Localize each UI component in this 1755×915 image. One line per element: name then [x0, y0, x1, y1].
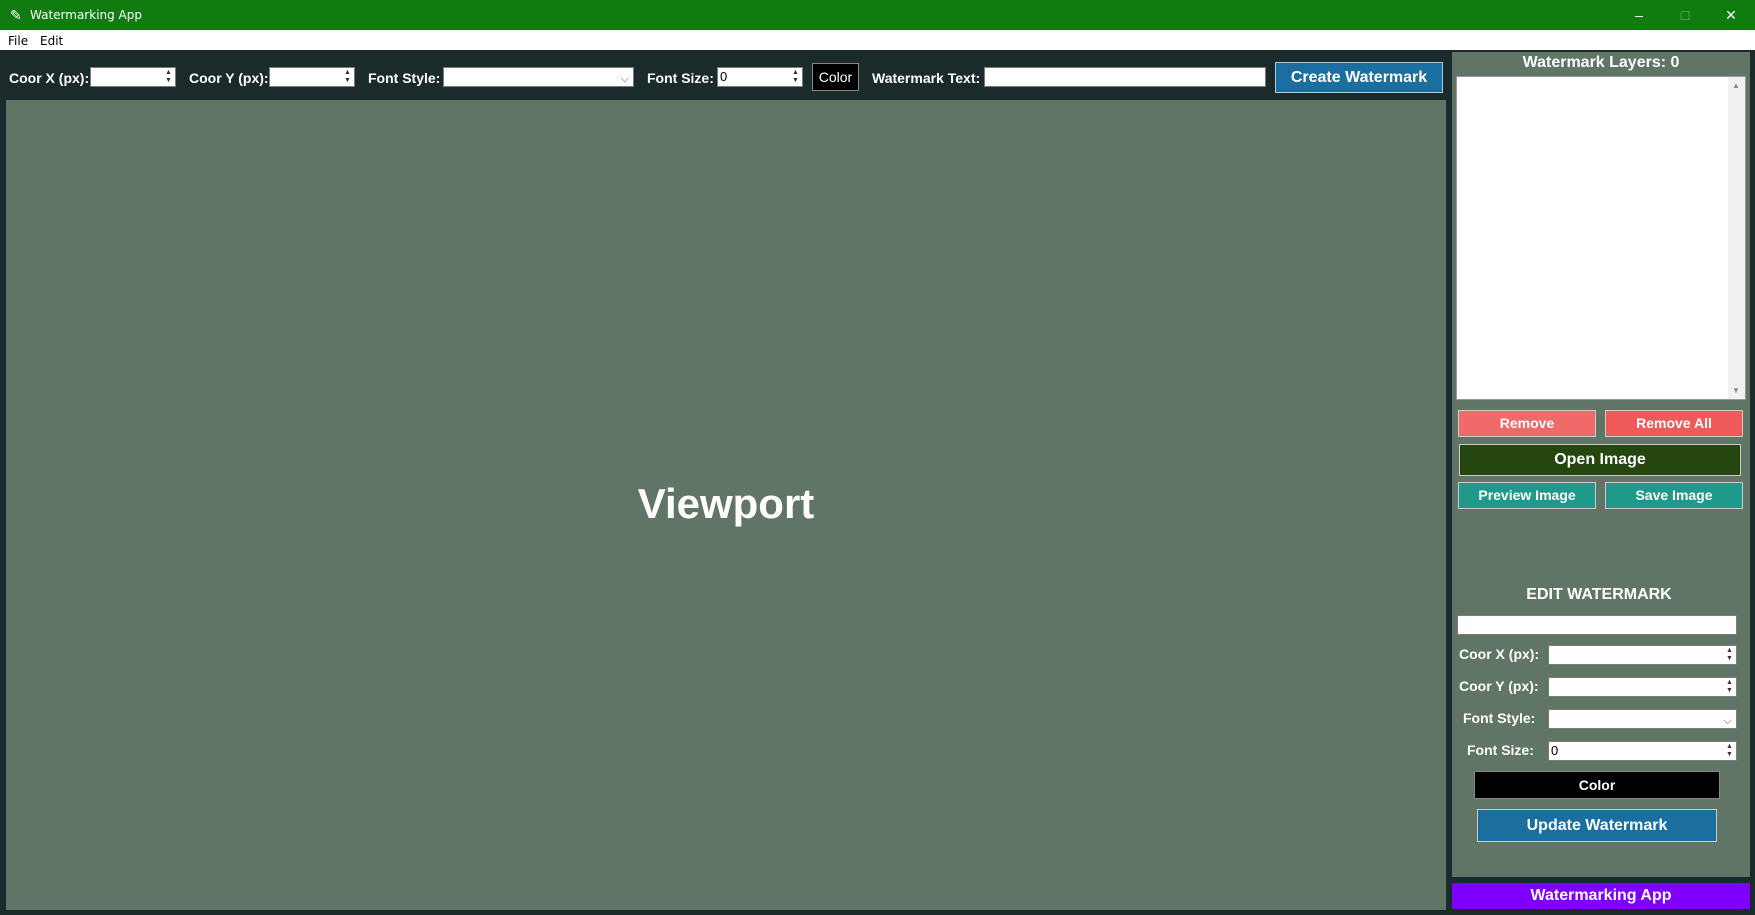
menu-file[interactable]: File: [8, 34, 28, 48]
edit-watermark-title: EDIT WATERMARK: [1526, 586, 1672, 603]
footer-banner: Watermarking App: [1452, 883, 1750, 909]
font-style-select[interactable]: ⌵: [443, 67, 634, 87]
save-image-button[interactable]: Save Image: [1605, 482, 1743, 509]
update-watermark-button[interactable]: Update Watermark: [1477, 809, 1717, 842]
chevron-down-icon[interactable]: ⌵: [1724, 712, 1732, 730]
edit-color-button[interactable]: Color: [1474, 771, 1720, 799]
edit-font-style-label: Font Style:: [1463, 710, 1536, 726]
layers-scrollbar[interactable]: ▲ ▼: [1728, 77, 1745, 399]
coor-x-spinbox[interactable]: ▲ ▼: [90, 67, 176, 87]
edit-coor-x-spinbox[interactable]: ▲ ▼: [1548, 645, 1737, 665]
minimize-button[interactable]: –: [1616, 0, 1662, 30]
edit-font-size-label: Font Size:: [1467, 742, 1534, 758]
edit-coor-y-label: Coor Y (px):: [1459, 678, 1539, 694]
close-button[interactable]: ✕: [1708, 0, 1754, 30]
font-size-value: 0: [720, 69, 728, 84]
coor-x-label: Coor X (px):: [9, 70, 90, 86]
font-size-spinbox[interactable]: 0 ▲ ▼: [717, 67, 803, 87]
spin-arrows-icon[interactable]: ▲ ▼: [1724, 647, 1735, 663]
chevron-down-icon[interactable]: ⌵: [621, 70, 629, 88]
feather-icon: ✎: [10, 7, 22, 23]
menu-edit[interactable]: Edit: [40, 34, 63, 48]
spin-arrows-icon[interactable]: ▲ ▼: [1724, 743, 1735, 759]
viewport[interactable]: Viewport: [6, 100, 1446, 910]
menu-bar: File Edit: [0, 30, 1755, 50]
coor-y-spinbox[interactable]: ▲ ▼: [269, 67, 355, 87]
title-bar: ✎ Watermarking App – □ ✕: [0, 0, 1755, 30]
edit-font-size-spinbox[interactable]: 0 ▲ ▼: [1548, 741, 1737, 761]
scroll-down-icon[interactable]: ▼: [1732, 386, 1740, 395]
color-button[interactable]: Color: [812, 63, 859, 91]
layers-title: Watermark Layers: 0: [1522, 54, 1680, 71]
coor-y-label: Coor Y (px):: [189, 70, 269, 86]
remove-button[interactable]: Remove: [1458, 410, 1596, 437]
open-image-button[interactable]: Open Image: [1459, 444, 1741, 476]
scroll-up-icon[interactable]: ▲: [1732, 81, 1740, 90]
watermark-text-label: Watermark Text:: [872, 70, 981, 86]
window-title: Watermarking App: [30, 8, 143, 22]
spin-arrows-icon[interactable]: ▲ ▼: [342, 69, 353, 85]
edit-font-style-select[interactable]: ⌵: [1548, 709, 1737, 729]
remove-all-button[interactable]: Remove All: [1605, 410, 1743, 437]
viewport-label: Viewport: [637, 480, 815, 527]
edit-text-input[interactable]: [1457, 615, 1737, 635]
edit-coor-x-label: Coor X (px):: [1459, 646, 1540, 662]
maximize-button[interactable]: □: [1662, 0, 1708, 30]
layers-listbox[interactable]: ▲ ▼: [1456, 76, 1746, 400]
spin-arrows-icon[interactable]: ▲ ▼: [790, 69, 801, 85]
watermark-text-input[interactable]: [984, 67, 1266, 87]
edit-font-size-value: 0: [1551, 743, 1559, 758]
spin-arrows-icon[interactable]: ▲ ▼: [163, 69, 174, 85]
font-size-label: Font Size:: [647, 70, 714, 86]
font-style-label: Font Style:: [368, 70, 441, 86]
spin-arrows-icon[interactable]: ▲ ▼: [1724, 679, 1735, 695]
create-watermark-button[interactable]: Create Watermark: [1275, 62, 1443, 93]
preview-image-button[interactable]: Preview Image: [1458, 482, 1596, 509]
edit-coor-y-spinbox[interactable]: ▲ ▼: [1548, 677, 1737, 697]
